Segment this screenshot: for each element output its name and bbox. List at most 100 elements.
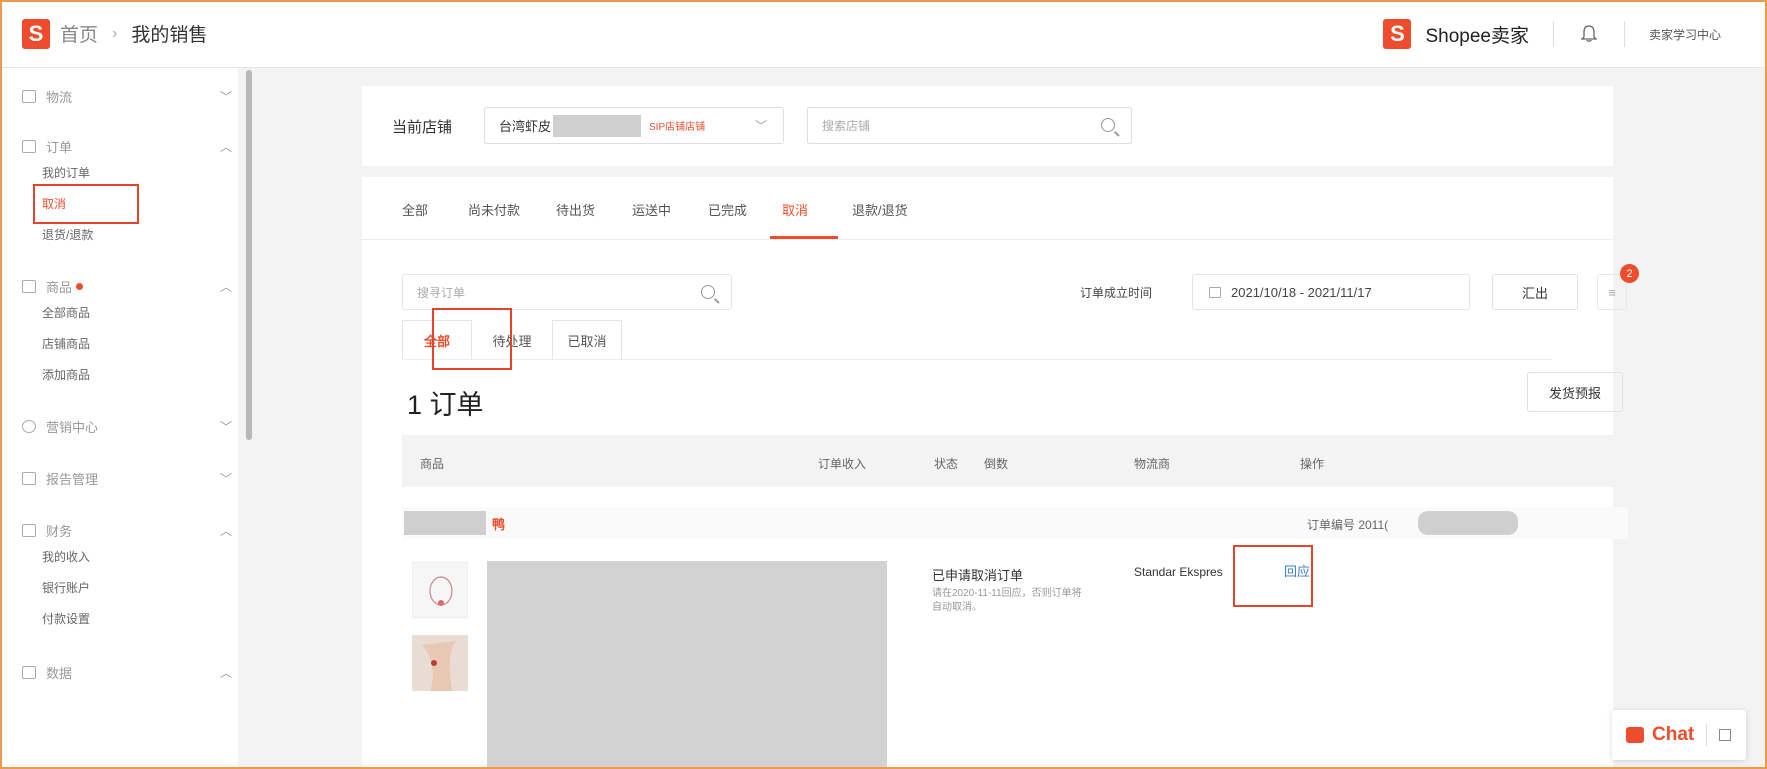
order-count: 1 订单 [407,390,484,420]
chat-label: Chat [1652,724,1695,745]
calendar-icon [1209,286,1221,298]
store-name: 台湾虾皮 [499,119,552,134]
chevron-down-icon: ﹀ [219,471,232,486]
divider [1552,21,1554,47]
seller-brand[interactable]: S Shopee卖家 [1383,19,1529,49]
product-thumbnail[interactable] [412,635,468,691]
breadcrumb-separator: › [112,24,118,42]
sidebar-group-reports[interactable]: 报告管理 ﹀ [22,466,242,490]
shopee-brand-logo-icon: S [1383,19,1412,49]
order-row-header: 鸭 订单编号 2011( [402,507,1628,539]
highlight-box-pending-tab [432,308,512,370]
current-store-label: 当前店铺 [392,119,453,136]
buyer-name[interactable]: 鸭 [492,514,505,533]
sidebar-item-my-income[interactable]: 我的收入 [22,542,242,573]
learning-center-link[interactable]: 卖家学习中心 [1649,26,1721,43]
sidebar-item-store-products[interactable]: 店铺商品 [22,329,242,360]
chevron-down-icon: ﹀ [219,89,232,104]
subtab-divider [402,359,1552,360]
tab-returns[interactable]: 退款/退货 [852,200,908,219]
tab-all[interactable]: 全部 [402,200,428,219]
sidebar-group-label: 营销中心 [46,419,99,435]
column-header-status: 状态 [934,457,959,471]
bell-icon[interactable] [1578,23,1600,45]
order-date-label: 订单成立时间 [1080,286,1153,300]
truck-icon [22,89,36,103]
column-header-countdown: 倒数 [984,457,1009,471]
sidebar: 物流 ﹀ 订单 ︿ 我的订单 取消 退货/退款 商品 ︿ 全部商品 店铺商品 添加商品… [0,68,238,769]
order-icon [22,139,36,153]
product-icon [22,279,36,293]
list-menu-icon: ≡ [1608,284,1616,300]
sidebar-group-marketing[interactable]: 营销中心 ﹀ [22,414,242,438]
redacted-product-info [487,561,887,769]
column-header-carrier: 物流商 [1134,457,1171,471]
tab-completed[interactable]: 已完成 [708,200,747,219]
sidebar-group-label: 数据 [46,665,73,681]
chevron-down-icon: ﹀ [754,119,767,133]
new-dot-badge [76,282,84,290]
breadcrumb-home-link[interactable]: 首页 [60,20,98,47]
chat-button[interactable]: Chat [1612,710,1746,760]
date-range-value: 2021/10/18 - 2021/11/17 [1231,284,1372,300]
sidebar-group-label: 商品 [46,279,73,295]
chevron-up-icon: ︿ [219,665,232,680]
sidebar-group-products[interactable]: 商品 ︿ 全部商品 店铺商品 添加商品 [22,274,242,391]
chat-icon [1626,727,1644,743]
breadcrumb-current: 我的销售 [131,25,208,46]
orders-table-header: 商品 订单收入 状态 倒数 物流商 操作 [402,435,1628,487]
product-thumbnail[interactable] [412,562,468,618]
orders-card: 全部 尚未付款 待出货 运送中 已完成 取消 退款/退货 搜寻订单 订单成立时间… [362,177,1639,769]
sidebar-group-finance[interactable]: 财务 ︿ 我的收入 银行账户 付款设置 [22,518,242,635]
chevron-up-icon: ︿ [219,139,232,154]
sidebar-item-returns[interactable]: 退货/退款 [22,220,242,251]
report-icon [22,471,36,485]
notification-badge: 2 [1620,264,1639,283]
sidebar-item-add-product[interactable]: 添加商品 [22,360,242,391]
sip-store-tag: SIP店铺店铺 [649,122,706,133]
shipping-forecast-button[interactable]: 发货预报 [1527,372,1623,412]
sidebar-scrollbar[interactable] [246,70,252,440]
sidebar-item-all-products[interactable]: 全部商品 [22,298,242,329]
order-search-input[interactable]: 搜寻订单 [402,274,732,310]
divider [1706,724,1708,746]
chevron-down-icon: ﹀ [219,419,232,434]
highlight-box-respond [1233,545,1313,607]
store-search-placeholder: 搜索店铺 [822,119,871,133]
active-tab-underline [770,236,838,239]
column-header-income: 订单收入 [818,457,867,471]
wallet-icon [22,523,36,537]
order-status-desc: 请在2020-11-11回应，否则订单将自动取消。 [932,588,1082,613]
sidebar-item-payment-settings[interactable]: 付款设置 [22,604,242,635]
search-icon[interactable] [1101,118,1115,132]
redacted-store-name [553,114,642,137]
export-button[interactable]: 汇出 [1492,274,1578,310]
brand-name: Shopee卖家 [1425,25,1529,47]
tab-cancelled[interactable]: 取消 [782,200,808,219]
subtab-cancelled[interactable]: 已取消 [552,320,622,360]
order-status-tabs: 全部 尚未付款 待出货 运送中 已完成 取消 退款/退货 [362,177,1613,240]
tab-to-ship[interactable]: 待出货 [556,200,595,219]
store-select[interactable]: 台湾虾皮 SIP店铺店铺 ﹀ [484,107,784,144]
order-status: 已申请取消订单 [932,568,1024,583]
store-selector-card: 当前店铺 台湾虾皮 SIP店铺店铺 ﹀ 搜索店铺 [362,86,1613,166]
tab-unpaid[interactable]: 尚未付款 [468,200,520,219]
redacted-buyer-name [404,511,486,535]
date-range-picker[interactable]: 2021/10/18 - 2021/11/17 [1192,274,1470,310]
minimize-icon[interactable] [1719,729,1732,741]
search-icon[interactable] [701,285,715,299]
highlight-box-cancel-menu [33,184,139,224]
sidebar-group-data[interactable]: 数据 ︿ [22,660,242,684]
sidebar-group-label: 物流 [46,89,73,105]
carrier-name: Standar Ekspres [1134,565,1223,579]
store-search-input[interactable]: 搜索店铺 [807,107,1132,144]
sidebar-item-bank-account[interactable]: 银行账户 [22,573,242,604]
column-header-action: 操作 [1300,457,1325,471]
tab-shipping[interactable]: 运送中 [632,200,671,219]
sidebar-group-label: 报告管理 [46,471,99,487]
column-header-product: 商品 [420,457,445,471]
sidebar-group-logistics[interactable]: 物流 ﹀ [22,84,242,108]
sidebar-group-label: 财务 [46,523,73,539]
shopee-logo-icon[interactable]: S [22,18,50,49]
order-search-placeholder: 搜寻订单 [417,285,466,300]
